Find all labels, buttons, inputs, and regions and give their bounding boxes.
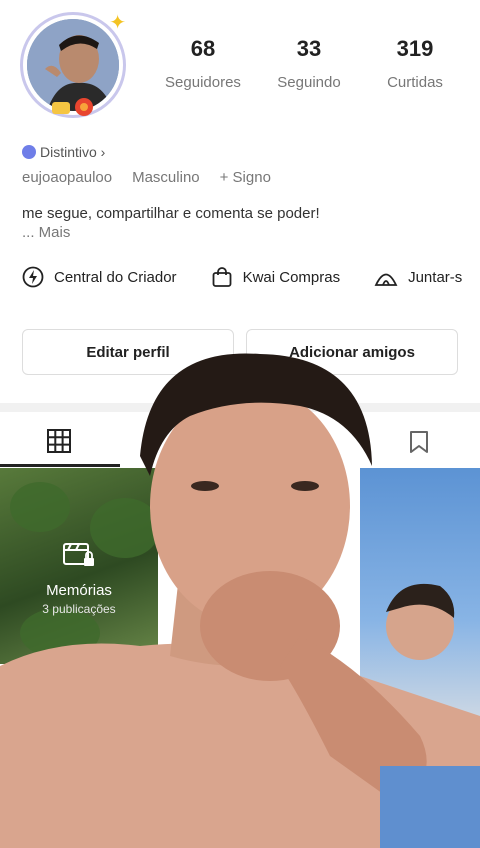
stat-followers-label: Seguidores — [165, 74, 241, 91]
shortcut-row: Central do Criador Kwai Compras Juntar-s — [22, 266, 462, 288]
gender: Masculino — [132, 169, 200, 186]
shortcut-join[interactable]: Juntar-s — [374, 266, 462, 288]
username: eujoaopauloo — [22, 169, 113, 186]
shortcut-creator-center-label: Central do Criador — [54, 268, 177, 286]
badge-link[interactable]: Distintivo › — [22, 144, 105, 160]
lightning-icon — [22, 266, 44, 288]
stat-likes-number: 319 — [396, 36, 434, 61]
video-overlay — [0, 336, 480, 848]
stat-followers-number: 68 — [190, 36, 216, 61]
shortcut-shopping[interactable]: Kwai Compras — [211, 266, 341, 288]
stat-followers[interactable]: 68 Seguidores — [150, 36, 256, 91]
badge-label: Distintivo › — [40, 144, 106, 160]
stat-following[interactable]: 33 Seguindo — [256, 36, 362, 91]
shortcut-join-label: Juntar-s — [408, 268, 463, 286]
bio-text: me segue, compartilhar e comenta se pode… — [22, 205, 320, 222]
shopping-bag-icon — [212, 267, 231, 287]
stat-likes[interactable]: 319 Curtidas — [362, 36, 468, 91]
crown-icon: ✦ — [109, 12, 126, 34]
flower-badge-icon — [52, 98, 93, 116]
profile-stats: 68 Seguidores 33 Seguindo 319 Curtidas — [150, 36, 470, 91]
selfie-video-frame — [0, 353, 480, 848]
stat-following-label: Seguindo — [277, 74, 341, 91]
shortcut-shopping-label: Kwai Compras — [242, 268, 341, 286]
tent-icon — [374, 273, 398, 286]
stat-following-number: 33 — [296, 36, 322, 61]
profile-avatar[interactable]: ✦ — [18, 10, 128, 120]
shortcut-creator-center[interactable]: Central do Criador — [22, 266, 177, 288]
profile-meta: eujoaopauloo Masculino + Signo — [22, 169, 271, 186]
stat-likes-label: Curtidas — [387, 74, 443, 91]
add-sign-link[interactable]: + Signo — [220, 169, 271, 186]
bio-more-link[interactable]: ... Mais — [22, 224, 70, 241]
badge-icon — [22, 145, 36, 159]
